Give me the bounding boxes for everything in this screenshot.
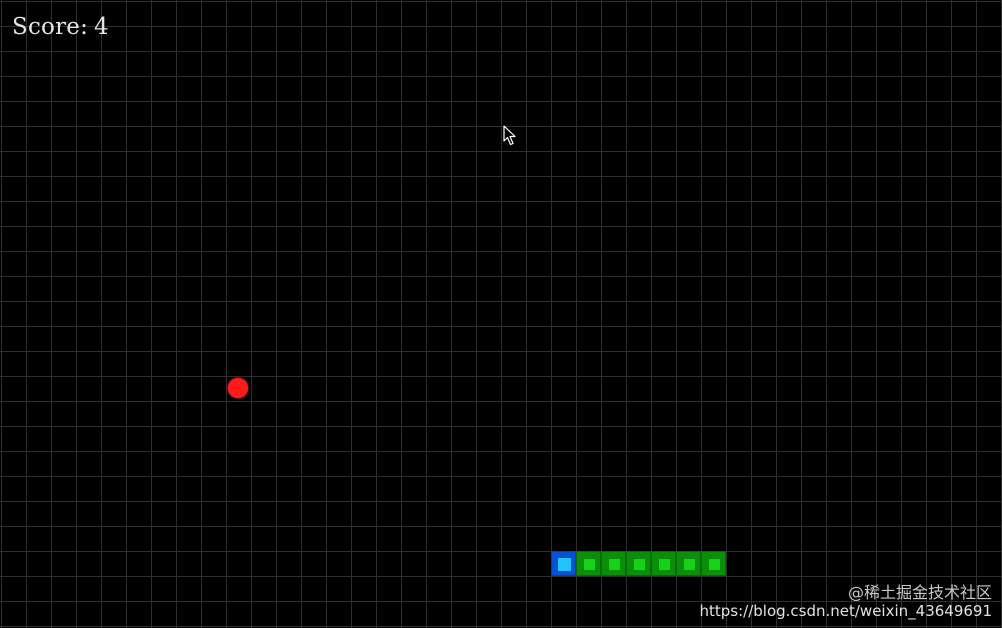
snake-segment: [626, 551, 651, 576]
score-label: Score:: [12, 14, 89, 40]
score-value: 4: [94, 14, 109, 40]
watermark-site: @稀土掘金技术社区: [847, 582, 992, 602]
game-board[interactable]: Score: 4 @稀土掘金技术社区 https://blog.csdn.net/…: [0, 0, 1002, 628]
snake-segment: [601, 551, 626, 576]
snake-segment: [676, 551, 701, 576]
snake-head: [551, 551, 576, 576]
snake-segment: [701, 551, 726, 576]
score-display: Score: 4: [12, 14, 109, 40]
snake-segment: [651, 551, 676, 576]
watermark: @稀土掘金技术社区 https://blog.csdn.net/weixin_4…: [699, 583, 992, 620]
food-apple: [228, 378, 248, 398]
watermark-url: https://blog.csdn.net/weixin_43649691: [699, 602, 992, 620]
snake-segment: [576, 551, 601, 576]
mouse-pointer-icon: [503, 125, 516, 146]
